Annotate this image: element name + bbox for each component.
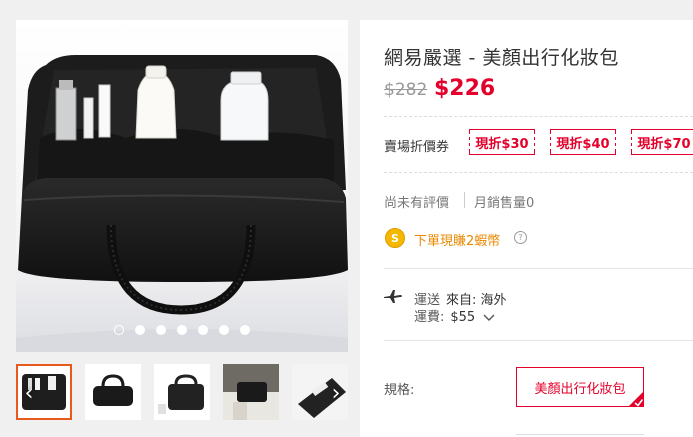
carousel-dot[interactable] bbox=[240, 325, 250, 335]
thumbnail-3[interactable] bbox=[154, 364, 210, 420]
divider bbox=[384, 172, 693, 173]
coin-reward-text: 下單現賺2蝦幣 bbox=[414, 234, 501, 249]
product-photo bbox=[16, 20, 348, 352]
thumbnail-prev-arrow[interactable]: ‹ bbox=[19, 382, 39, 406]
carousel-dot[interactable] bbox=[135, 325, 145, 335]
coupon-tag[interactable]: 現折$40 bbox=[548, 129, 618, 155]
divider bbox=[384, 116, 693, 117]
thumbnail-2[interactable] bbox=[85, 364, 141, 420]
thumbnail-strip: ‹ › bbox=[16, 364, 348, 422]
thumbnail-next-arrow[interactable]: › bbox=[326, 382, 346, 406]
airplane-icon bbox=[384, 290, 402, 303]
monthly-sales: 月銷售量0 bbox=[474, 196, 535, 211]
coupon-tag[interactable]: 現折$70 bbox=[629, 129, 693, 155]
main-product-image[interactable] bbox=[16, 20, 348, 352]
product-info-panel: 網易嚴選 - 美顏出行化妝包 $282 $226 賣場折價券 現折$30 現折$… bbox=[360, 20, 693, 437]
chevron-down-icon bbox=[483, 314, 495, 321]
selected-check-icon bbox=[628, 391, 644, 407]
carousel-dot[interactable] bbox=[156, 325, 166, 335]
carousel-dot[interactable] bbox=[198, 325, 208, 335]
thumbnail-4[interactable] bbox=[223, 364, 279, 420]
divider bbox=[384, 340, 693, 341]
shopee-coin-icon: S bbox=[385, 228, 405, 248]
shipping-fee-label: 運費: bbox=[414, 310, 445, 325]
divider bbox=[384, 268, 693, 269]
stats-separator bbox=[464, 192, 465, 208]
carousel-dot[interactable] bbox=[114, 325, 124, 335]
sale-price: $226 bbox=[434, 76, 496, 101]
carousel-dot[interactable] bbox=[177, 325, 187, 335]
spec-option-selected[interactable]: 美顏出行化妝包 bbox=[516, 367, 644, 407]
original-price: $282 bbox=[384, 80, 428, 100]
carousel-dot[interactable] bbox=[219, 325, 229, 335]
rating-status[interactable]: 尚未有評價 bbox=[384, 192, 449, 211]
shipping-fee[interactable]: 運費: $55 bbox=[414, 306, 495, 325]
shipping-fee-value: $55 bbox=[450, 310, 476, 325]
info-icon[interactable]: ? bbox=[514, 231, 527, 244]
coupon-label: 賣場折價券 bbox=[384, 140, 450, 155]
product-title: 網易嚴選 - 美顏出行化妝包 bbox=[384, 47, 619, 69]
coupon-tag[interactable]: 現折$30 bbox=[467, 129, 537, 155]
carousel-dots bbox=[16, 325, 348, 335]
spec-label: 規格: bbox=[384, 383, 415, 398]
spec-option-label: 美顏出行化妝包 bbox=[534, 381, 626, 397]
